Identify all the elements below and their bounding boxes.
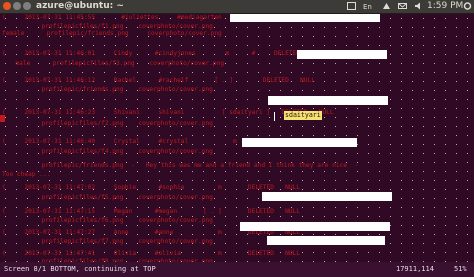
redacted-email: [268, 96, 388, 105]
pager-status-bar: Screen 8/1 BOTTOM, continuing at TOP 179…: [0, 262, 474, 277]
terminal-line: male profilepicfiles/f3.png coverphoto/c…: [8, 60, 225, 67]
terminal-line: ( 2013-07-31 11:46:01 Cindy #cindyjones …: [2, 50, 327, 57]
clock[interactable]: 1:59 PM: [427, 1, 463, 11]
maximize-window-icon[interactable]: [23, 2, 31, 10]
terminal-line: ( 2013-07-31 11:46:12 Rachel #rachelf [ …: [2, 77, 315, 84]
search-highlight: sdaityari: [284, 111, 322, 120]
redacted-email: [274, 112, 275, 121]
redacted-email: [240, 222, 390, 231]
terminal-line: profilepicfiles/f4.png coverphoto/cover.…: [8, 148, 213, 155]
terminal-line: profilepic/friends.png - Hey this was me…: [8, 162, 359, 169]
redacted-email: [230, 14, 380, 22]
terminal-line: profilepic/friends.png coverphoto/cover.…: [8, 86, 213, 93]
minimize-window-icon[interactable]: [13, 2, 21, 10]
settings-gear-icon[interactable]: [463, 2, 472, 10]
terminal-line: female profilepic/friends.png coverphoto…: [2, 30, 222, 37]
terminal-line: ( 2013-07-31 11:47:02 Sophie #sophie m D…: [2, 184, 301, 191]
language-icon[interactable]: En: [363, 2, 372, 11]
mail-icon[interactable]: [398, 2, 407, 10]
volume-icon[interactable]: [414, 2, 423, 10]
network-icon[interactable]: [382, 2, 391, 10]
window-title: azure@ubuntu: ~: [36, 1, 124, 11]
pager-message: Screen 8/1 BOTTOM, continuing at TOP: [4, 265, 156, 273]
close-window-icon[interactable]: [3, 2, 11, 10]
input-method-icon[interactable]: [347, 2, 356, 10]
terminal-line: profilepicfiles/f7.png coverphoto/cover.…: [8, 238, 213, 245]
terminal-output[interactable]: ( 2013-07-31 11:45:55 #juliettes #mediag…: [0, 14, 474, 262]
redacted-email: [242, 138, 357, 147]
window-titlebar: azure@ubuntu: ~ En 1:59 PM: [0, 0, 474, 14]
terminal-line: profilepicfiles/f6.png coverphoto/cover.…: [8, 217, 213, 224]
terminal-line: ( 2013-07-31 11:47:15 Megan #megan [ . ]…: [2, 208, 301, 215]
pager-percent: 51%: [454, 265, 467, 273]
pager-position: 17911,114: [396, 265, 434, 273]
line-marker: [0, 115, 5, 122]
svg-text:En: En: [363, 3, 372, 10]
redacted-email: [267, 236, 385, 245]
terminal-line: Too cheap ...: [2, 171, 51, 178]
terminal-line: profilepicfiles/f5.png coverphoto/cover.…: [8, 194, 213, 201]
redacted-email: [262, 192, 392, 201]
terminal-line: profilepicfiles/f2.png coverphoto/cover.…: [8, 120, 213, 127]
redacted-email: [297, 50, 387, 59]
terminal-line: ( 2013-07-31 11:47:41 Olivia #olivia m D…: [2, 250, 301, 257]
